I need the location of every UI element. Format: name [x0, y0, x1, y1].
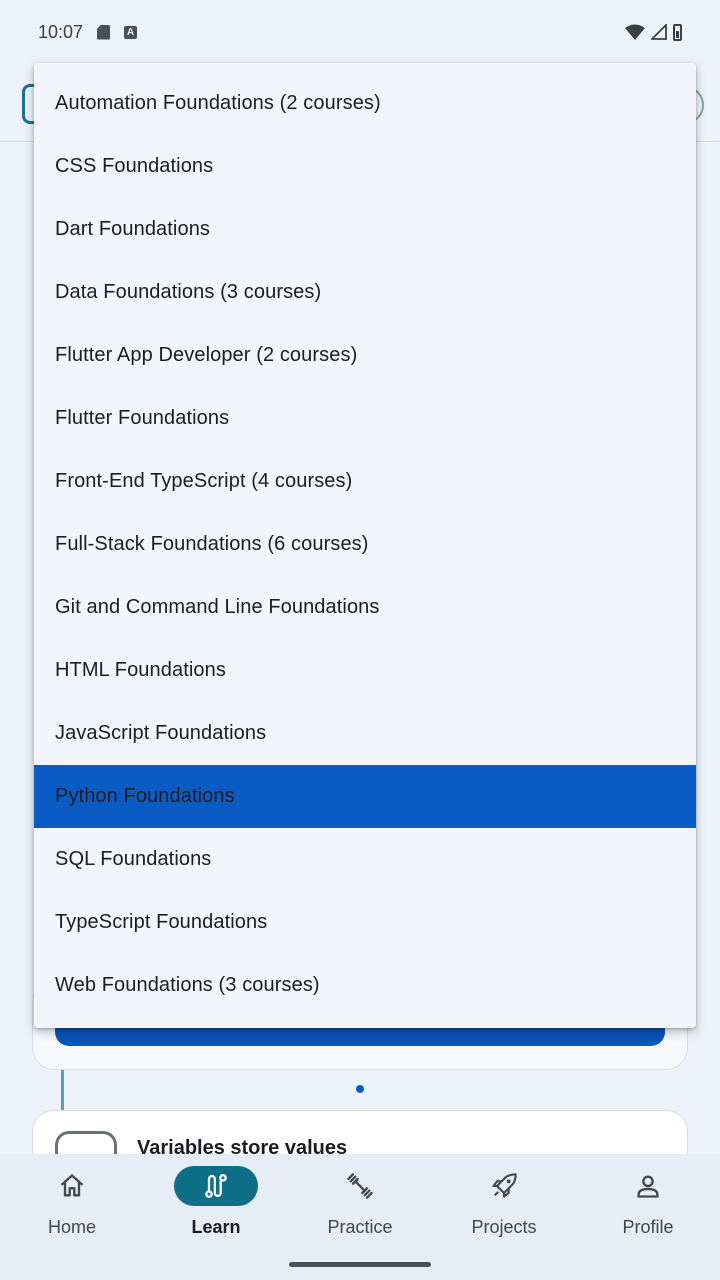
- dropdown-item[interactable]: Python Foundations: [34, 765, 696, 828]
- nav-profile-label: Profile: [622, 1217, 674, 1237]
- home-indicator[interactable]: [289, 1262, 431, 1267]
- dumbbell-icon: [347, 1173, 373, 1199]
- nav-learn[interactable]: Learn: [144, 1164, 288, 1254]
- dropdown-item[interactable]: CSS Foundations: [34, 135, 696, 198]
- status-time: 10:07: [38, 21, 84, 42]
- dropdown-item[interactable]: Dart Foundations: [34, 198, 696, 261]
- route-icon: [205, 1173, 227, 1199]
- dropdown-item[interactable]: TypeScript Foundations: [34, 891, 696, 954]
- dropdown-item[interactable]: Flutter App Developer (2 courses): [34, 324, 696, 387]
- home-icon: [60, 1174, 84, 1197]
- accessibility-badge-icon: A: [124, 25, 138, 39]
- dropdown-item[interactable]: SQL Foundations: [34, 828, 696, 891]
- wifi-icon: [625, 24, 645, 40]
- page-indicator-dot: [356, 1085, 364, 1093]
- dropdown-item[interactable]: HTML Foundations: [34, 639, 696, 702]
- nav-learn-label: Learn: [191, 1217, 241, 1237]
- dropdown-item[interactable]: Automation Foundations (2 courses): [34, 72, 696, 135]
- dropdown-item[interactable]: Web Foundations (3 courses): [34, 954, 696, 1017]
- status-bar: 10:07 A: [0, 0, 720, 64]
- dropdown-item[interactable]: Git and Command Line Foundations: [34, 576, 696, 639]
- nav-profile[interactable]: Profile: [576, 1164, 720, 1254]
- nav-practice-label: Practice: [327, 1217, 393, 1237]
- dropdown-item[interactable]: Front-End TypeScript (4 courses): [34, 450, 696, 513]
- nav-practice[interactable]: Practice: [288, 1164, 432, 1254]
- nav-home-label: Home: [47, 1217, 96, 1237]
- nav-home[interactable]: Home: [0, 1164, 144, 1254]
- nav-projects-label: Projects: [471, 1217, 537, 1237]
- course-dropdown-menu: Automation Foundations (2 courses) CSS Fo…: [34, 63, 696, 1028]
- dropdown-item[interactable]: Full-Stack Foundations (6 courses): [34, 513, 696, 576]
- signal-icon: [651, 24, 667, 40]
- rocket-icon: [492, 1173, 517, 1198]
- dropdown-item[interactable]: Data Foundations (3 courses): [34, 261, 696, 324]
- battery-icon: [673, 23, 682, 41]
- dropdown-item[interactable]: JavaScript Foundations: [34, 702, 696, 765]
- nav-projects[interactable]: Projects: [432, 1164, 576, 1254]
- person-icon: [637, 1175, 659, 1198]
- sd-card-icon: [97, 24, 111, 40]
- dropdown-item[interactable]: Flutter Foundations: [34, 387, 696, 450]
